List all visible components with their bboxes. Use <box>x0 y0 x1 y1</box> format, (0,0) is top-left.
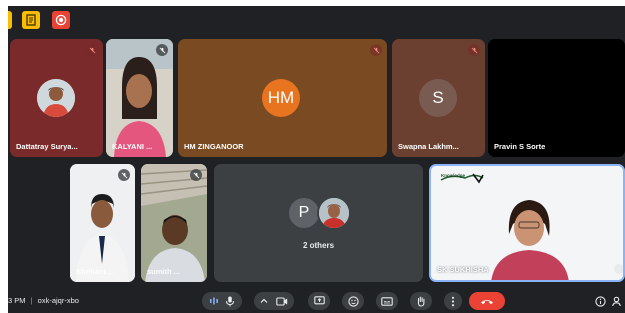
captions-button[interactable] <box>376 292 398 310</box>
presenter-logo-text: Knowledge <box>441 173 466 178</box>
end-call-button[interactable] <box>469 292 505 310</box>
emoji-icon <box>347 295 359 307</box>
participant-tile-kalyani[interactable]: KALYANI ... <box>106 39 173 157</box>
info-icon-glyph <box>594 295 606 307</box>
participant-name: Shrikant ... <box>76 267 115 276</box>
camera-control-group <box>254 292 294 310</box>
camera-icon[interactable] <box>276 296 288 306</box>
others-label: 2 others <box>302 241 335 250</box>
mic-off-icon <box>190 169 202 181</box>
participant-tile-shrikant[interactable]: Shrikant ... <box>70 164 135 282</box>
participant-video <box>70 164 135 282</box>
files-icon[interactable] <box>22 11 40 29</box>
present-screen-icon <box>313 296 325 305</box>
end-call-icon <box>481 299 493 304</box>
participant-tile-dattatray[interactable]: Dattatray Surya... <box>10 39 103 157</box>
sidebar-edge-icon[interactable] <box>8 11 12 29</box>
info-icon[interactable] <box>593 294 607 308</box>
participant-name: Dattatray Surya... <box>16 142 78 151</box>
files-icon-glyph <box>26 14 36 26</box>
bottom-control-bar: 3 PM | oxk-ajqr-xbo <box>8 289 625 313</box>
participant-avatar <box>37 79 75 117</box>
mic-off-icon <box>156 44 168 56</box>
mic-off-icon <box>86 44 98 56</box>
participant-avatar: S <box>419 79 457 117</box>
participant-name: Swapna Lakhm... <box>398 142 459 151</box>
participant-name: KALYANI ... <box>112 142 153 151</box>
participant-name: Pravin S Sorte <box>494 142 546 151</box>
people-icon-glyph <box>612 296 621 306</box>
participant-name: HM ZINGANOOR <box>184 142 244 151</box>
participant-name: sumith ... <box>147 267 180 276</box>
more-options-button[interactable] <box>444 292 462 310</box>
present-screen-button[interactable] <box>308 292 330 310</box>
meeting-time: 3 PM <box>8 296 26 305</box>
mic-off-icon <box>118 169 130 181</box>
meeting-info: 3 PM | oxk-ajqr-xbo <box>8 296 79 305</box>
emoji-button[interactable] <box>342 292 364 310</box>
meet-window: Dattatray Surya... KALYANI ... HM HM ZIN… <box>8 6 625 313</box>
meeting-info-separator: | <box>30 296 33 305</box>
raise-hand-icon <box>417 296 425 307</box>
participant-tile-hm-zinganoor[interactable]: HM HM ZINGANOOR <box>178 39 387 157</box>
participant-name: SK SUKHISHA <box>437 265 489 274</box>
participant-tile-swapna[interactable]: S Swapna Lakhm... <box>392 39 485 157</box>
participant-video <box>106 39 173 157</box>
participant-video <box>141 164 207 282</box>
screenshot-stage: Dattatray Surya... KALYANI ... HM HM ZIN… <box>0 0 625 313</box>
person-photo-icon <box>319 198 349 228</box>
participant-tile-pravin[interactable]: Pravin S Sorte <box>488 39 625 157</box>
person-photo-icon <box>37 79 75 117</box>
mic-off-icon <box>468 44 480 56</box>
captions-icon <box>381 296 393 306</box>
microphone-control-group <box>202 292 242 310</box>
others-tile[interactable]: P 2 others <box>214 164 423 282</box>
mic-icon[interactable] <box>225 296 235 307</box>
people-icon[interactable] <box>611 294 625 308</box>
raise-hand-button[interactable] <box>410 292 432 310</box>
audio-level-icon[interactable] <box>209 296 219 306</box>
participant-tile-sumith[interactable]: sumith ... <box>141 164 207 282</box>
more-options-icon <box>451 296 455 306</box>
others-avatar-initial: P <box>287 196 321 230</box>
presenter-logo: Knowledge <box>439 172 485 186</box>
participant-tile-presenter[interactable]: Knowledge SK SUKHISHA <box>429 164 625 282</box>
record-icon-glyph <box>55 14 67 26</box>
others-avatar-photo <box>317 196 351 230</box>
active-speaker-indicator <box>614 264 623 274</box>
record-icon[interactable] <box>52 11 70 29</box>
mic-off-icon <box>370 44 382 56</box>
participant-avatar: HM <box>262 79 300 117</box>
chevron-up-icon[interactable] <box>260 297 268 305</box>
meeting-code: oxk-ajqr-xbo <box>37 296 79 305</box>
